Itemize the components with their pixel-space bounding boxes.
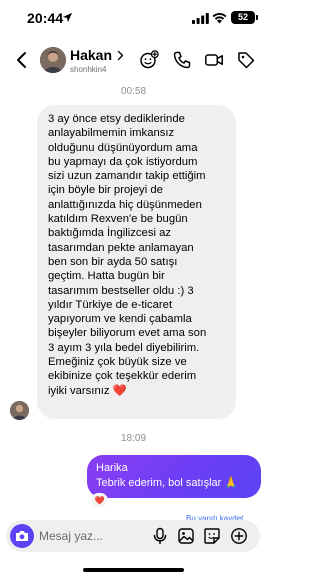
timestamp: 00:58 <box>120 86 147 97</box>
outgoing-message-bubble[interactable]: Harika Tebrik ederim, bol satışlar 🙏 <box>87 455 261 498</box>
chevron-right-icon <box>117 50 124 60</box>
message-input[interactable]: Mesaj yaz... <box>39 529 103 543</box>
contact-name: Hakan <box>70 47 113 63</box>
back-arrow-icon[interactable] <box>12 50 32 70</box>
wifi-icon <box>212 12 227 24</box>
add-circle-icon[interactable] <box>230 527 248 545</box>
incoming-message-bubble[interactable]: 3 ay önce etsy dediklerinde anlayabilmem… <box>37 105 236 419</box>
contact-avatar[interactable] <box>40 47 66 73</box>
tag-icon[interactable] <box>236 50 256 70</box>
cellular-signal-icon <box>192 13 209 24</box>
timestamp: 18:09 <box>120 433 147 444</box>
home-indicator[interactable] <box>83 568 184 572</box>
video-call-icon[interactable] <box>204 50 224 70</box>
chat-header: Hakan shonhkin4 <box>0 38 267 82</box>
contact-name-row[interactable]: Hakan <box>70 47 125 63</box>
heart-reaction[interactable]: ❤️ <box>91 493 108 508</box>
phone-call-icon[interactable] <box>172 50 192 70</box>
location-arrow-icon <box>62 12 73 23</box>
sender-avatar[interactable] <box>10 401 29 420</box>
microphone-icon[interactable] <box>151 527 169 545</box>
contact-handle: shonhkin4 <box>70 65 107 74</box>
camera-icon <box>16 531 28 541</box>
message-composer: Mesaj yaz... <box>6 520 260 552</box>
sticker-add-icon[interactable] <box>139 50 159 70</box>
camera-button[interactable] <box>10 524 34 548</box>
status-time: 20:44 <box>27 10 64 26</box>
outgoing-message-line: Tebrik ederim, bol satışlar 🙏 <box>96 477 239 489</box>
outgoing-message-line: Harika <box>96 462 128 474</box>
gallery-icon[interactable] <box>177 527 195 545</box>
battery-indicator: 52 <box>231 11 258 24</box>
sticker-icon[interactable] <box>203 527 221 545</box>
battery-level: 52 <box>237 12 248 22</box>
status-bar: 20:44 52 <box>0 0 267 38</box>
